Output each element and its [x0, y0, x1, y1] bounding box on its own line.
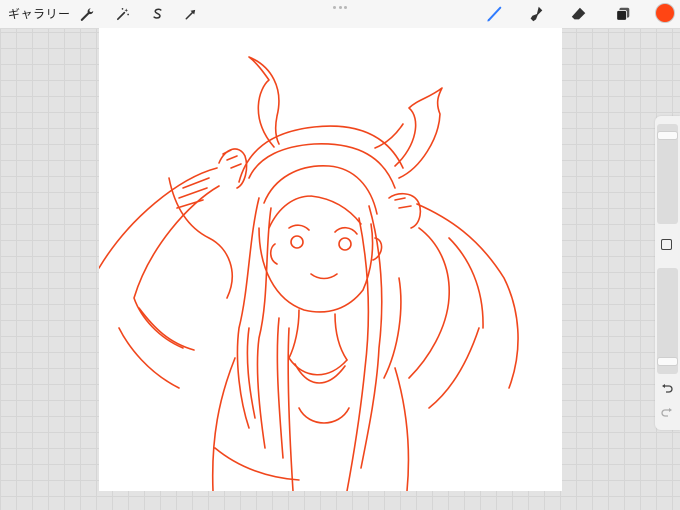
arrow-cursor-icon [185, 9, 195, 19]
brush-icon [487, 6, 502, 22]
layers-icon [616, 7, 630, 21]
opacity-thumb[interactable] [657, 357, 678, 366]
brush-size-thumb[interactable] [657, 131, 678, 140]
drawing-canvas[interactable] [99, 28, 562, 491]
brush-tool-button[interactable] [483, 3, 505, 25]
brush-size-slider[interactable] [657, 124, 678, 224]
color-picker-button[interactable] [655, 3, 675, 23]
toolbar-grip[interactable] [333, 6, 347, 10]
layers-button[interactable] [612, 3, 634, 25]
right-sidebar [655, 116, 680, 430]
top-toolbar: ギャラリー [0, 0, 680, 29]
square-icon[interactable] [661, 239, 672, 250]
magic-wand-icon [116, 7, 129, 20]
actions-button[interactable] [75, 3, 97, 25]
wrench-icon [80, 7, 93, 21]
adjustments-button[interactable] [111, 3, 133, 25]
selection-button[interactable] [146, 3, 168, 25]
smudge-tool-button[interactable] [525, 3, 547, 25]
selection-s-icon [152, 8, 162, 19]
opacity-slider[interactable] [657, 268, 678, 374]
undo-button[interactable] [660, 382, 674, 396]
undo-arrow-icon [662, 384, 673, 393]
gallery-button[interactable]: ギャラリー [8, 4, 71, 24]
eraser-icon [571, 7, 586, 20]
redo-button[interactable] [660, 406, 674, 420]
redo-arrow-icon [661, 408, 672, 417]
smudge-finger-icon [530, 6, 543, 22]
sketch-drawing [99, 56, 519, 491]
eraser-tool-button[interactable] [568, 3, 590, 25]
transform-button[interactable] [179, 3, 201, 25]
